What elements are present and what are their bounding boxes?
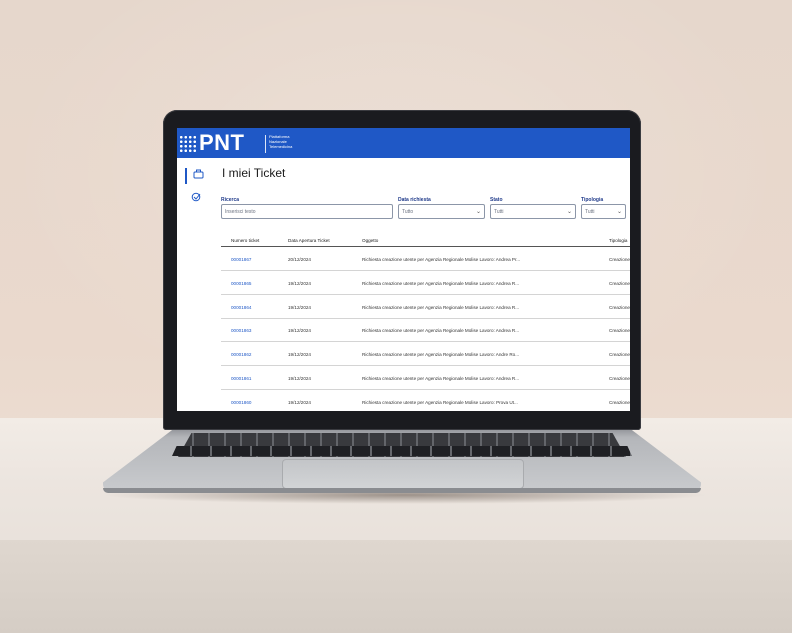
chevron-down-icon: ⌄ [475,209,481,215]
ticket-number-link[interactable]: 00001862 [231,352,251,357]
ticket-date: 20/12/2024 [288,257,311,262]
keyboard-row [172,446,632,456]
table-row[interactable]: 00001861 19/12/2024 Richiesta creazione … [221,366,630,390]
ticket-type: Creazione [609,257,630,262]
ticket-subject: Richiesta creazione utente per Agenzia R… [362,400,518,405]
table-row[interactable]: 00001860 19/12/2024 Richiesta creazione … [221,390,630,411]
ticket-number-link[interactable]: 00001861 [231,376,251,381]
column-header-type[interactable]: Tipologia [609,238,627,243]
date-filter-value: Tutto [402,209,414,215]
table-row[interactable]: 00001864 19/12/2024 Richiesta creazione … [221,295,630,319]
desk-edge [0,540,792,633]
ticket-type: Creazione [609,376,630,381]
date-filter-select[interactable]: Tutto ⌄ [398,204,485,219]
ticket-type: Creazione [609,305,630,310]
column-header-number[interactable]: Numero ticket [231,238,259,243]
table-row[interactable]: 00001862 19/12/2024 Richiesta creazione … [221,342,630,366]
ticket-date: 19/12/2024 [288,281,311,286]
ticket-subject: Richiesta creazione utente per Agenzia R… [362,305,520,310]
column-header-date[interactable]: Data Apertura Ticket [288,238,330,243]
column-header-subject[interactable]: Oggetto [362,238,378,243]
ticket-number-link[interactable]: 00001865 [231,281,251,286]
page-title: I miei Ticket [222,166,286,180]
ticket-date: 19/12/2024 [288,400,311,405]
ticket-type: Creazione [609,352,630,357]
briefcase-icon [193,169,204,182]
ticket-date: 19/12/2024 [288,305,311,310]
search-label: Ricerca [221,197,240,203]
ticket-number-link[interactable]: 00001860 [231,400,251,405]
ticket-subject: Richiesta creazione utente per Agenzia R… [362,376,520,381]
ticket-type: Creazione [609,400,630,405]
app-logo[interactable]: PNT [199,131,245,155]
chevron-down-icon: ⌄ [566,209,572,215]
status-filter-select[interactable]: Tutti ⌄ [490,204,576,219]
ticket-subject: Richiesta creazione utente per Agenzia R… [362,281,520,286]
ticket-subject: Richiesta creazione utente per Agenzia R… [362,352,520,357]
pnt-logo-icon [179,135,197,153]
type-filter-value: Tutti [585,209,595,215]
ticket-date: 19/12/2024 [288,352,311,357]
chevron-down-icon: ⌄ [616,209,622,215]
ticket-number-link[interactable]: 00001867 [231,257,251,262]
logo-subtitle-line: Telemedicina [269,144,293,149]
ticket-date: 19/12/2024 [288,328,311,333]
sidebar-item-tickets[interactable] [185,168,211,184]
ticket-subject: Richiesta creazione utente per Agenzia R… [362,328,520,333]
type-filter-select[interactable]: Tutti ⌄ [581,204,626,219]
edit-check-icon [191,192,202,205]
ticket-subject: Richiesta creazione utente per Agenzia R… [362,257,521,262]
ticket-number-link[interactable]: 00001863 [231,328,251,333]
logo-divider [265,135,266,153]
laptop-base-lip [103,488,701,493]
laptop-screen: PNT Piattaforma Nazionale Telemedicina I… [177,128,630,411]
logo-subtitle: Piattaforma Nazionale Telemedicina [269,134,292,149]
status-filter-label: Stato [490,197,503,203]
sidebar [177,158,211,411]
ticket-type: Creazione [609,328,630,333]
table-row[interactable]: 00001867 20/12/2024 Richiesta creazione … [221,247,630,271]
table-row[interactable]: 00001865 19/12/2024 Richiesta creazione … [221,271,630,295]
ticket-date: 19/12/2024 [288,376,311,381]
ticket-type: Creazione [609,281,630,286]
type-filter-label: Tipologia [581,197,604,203]
search-input[interactable]: Inserisci testo [221,204,393,219]
app-header: PNT Piattaforma Nazionale Telemedicina [177,128,630,158]
ticket-number-link[interactable]: 00001864 [231,305,251,310]
table-row[interactable]: 00001863 19/12/2024 Richiesta creazione … [221,318,630,342]
status-filter-value: Tutti [494,209,504,215]
trackpad [282,459,524,489]
date-filter-label: Data richiesta [398,197,431,203]
